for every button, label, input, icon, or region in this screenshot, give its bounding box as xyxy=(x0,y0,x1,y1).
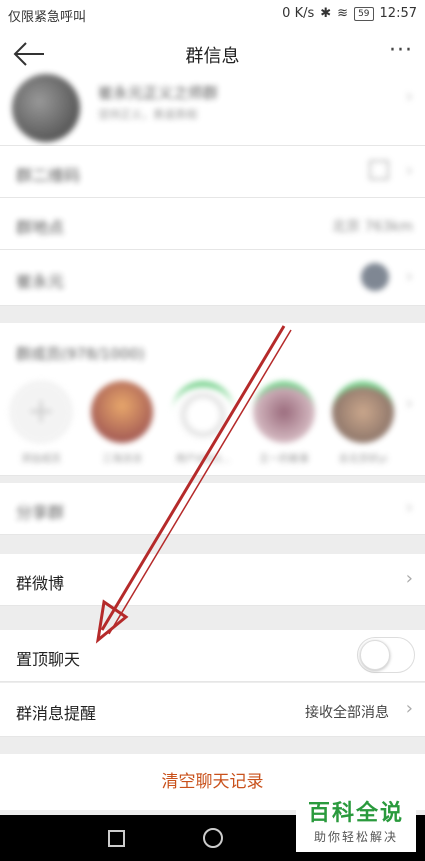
member-name: 用户9993... xyxy=(175,454,231,465)
chevron-right-icon: › xyxy=(405,393,413,414)
share-group-row[interactable]: 分享群 › xyxy=(0,483,425,535)
page-title: 群信息 xyxy=(185,46,240,67)
group-avatar xyxy=(12,74,80,142)
notify-value: 接收全部消息 xyxy=(305,705,389,721)
location-value: 北京 763km xyxy=(332,219,413,235)
status-bar: 仅限紧急呼叫 0 K/s ✱ ≋ 59 12:57 xyxy=(0,0,425,28)
bluetooth-icon: ✱ xyxy=(320,6,332,21)
group-owner-row[interactable]: 崔永元 › xyxy=(0,250,425,306)
member-avatar[interactable] xyxy=(253,381,315,443)
clock: 12:57 xyxy=(379,6,417,21)
qr-code-icon xyxy=(369,160,389,180)
members-count-label: 群成员(978/1000) xyxy=(16,345,145,363)
group-members-block[interactable]: 群成员(978/1000) + 添加成员 三海涂涂 用户9993... 王一的敢… xyxy=(0,323,425,476)
member-avatar[interactable] xyxy=(332,381,394,443)
location-label: 群地点 xyxy=(16,218,65,237)
pin-chat-row[interactable]: 置顶聊天 xyxy=(0,630,425,682)
watermark-logo: 百科全说 助你轻松解决 xyxy=(296,800,416,852)
title-bar: 群信息 ··· xyxy=(0,28,425,80)
watermark-sub: 助你轻松解决 xyxy=(313,830,398,844)
pin-chat-label: 置顶聊天 xyxy=(16,650,81,669)
toggle-knob xyxy=(360,640,390,670)
qr-label: 群二维码 xyxy=(16,166,81,185)
group-weibo-row[interactable]: 群微博 › xyxy=(0,554,425,606)
chevron-right-icon: › xyxy=(405,568,413,589)
chevron-right-icon: › xyxy=(405,497,413,518)
weibo-label: 群微博 xyxy=(16,574,65,593)
group-subtitle: 坚持正义，勇道真相 xyxy=(98,108,197,121)
chevron-right-icon: › xyxy=(405,86,413,107)
watermark-main: 百科全说 xyxy=(307,801,404,826)
home-icon[interactable] xyxy=(203,828,223,848)
group-qr-row[interactable]: 群二维码 › xyxy=(0,146,425,198)
add-member-icon[interactable]: + xyxy=(10,381,72,443)
more-dots-icon[interactable]: ··· xyxy=(389,38,413,63)
pin-chat-toggle[interactable] xyxy=(357,637,415,673)
notify-label: 群消息提醒 xyxy=(16,704,97,723)
group-header-card[interactable]: 崔永元正义之师群 坚持正义，勇道真相 › xyxy=(0,74,425,146)
network-speed: 0 K/s xyxy=(282,6,315,21)
battery-icon: 59 xyxy=(354,6,374,21)
member-name: 添加成员 xyxy=(21,454,61,465)
status-carrier-text: 仅限紧急呼叫 xyxy=(8,10,87,25)
group-name: 崔永元正义之师群 xyxy=(98,84,219,102)
member-name: 去北京好yi xyxy=(338,454,388,465)
owner-label: 崔永元 xyxy=(16,272,65,291)
wifi-icon: ≋ xyxy=(337,6,349,21)
member-name: 三海涂涂 xyxy=(102,454,142,465)
member-avatar[interactable] xyxy=(91,381,153,443)
member-name: 王一的敢事 xyxy=(259,454,309,465)
clear-chat-label: 清空聊天记录 xyxy=(161,772,264,792)
chevron-right-icon: › xyxy=(405,266,413,287)
member-avatar[interactable] xyxy=(172,381,234,443)
group-location-row[interactable]: 群地点 北京 763km xyxy=(0,198,425,250)
owner-avatar xyxy=(361,263,389,291)
share-label: 分享群 xyxy=(16,503,65,522)
recents-icon[interactable] xyxy=(108,830,125,847)
chevron-right-icon: › xyxy=(405,160,413,181)
chevron-right-icon: › xyxy=(405,698,413,719)
message-notify-row[interactable]: 群消息提醒 接收全部消息 › xyxy=(0,683,425,737)
